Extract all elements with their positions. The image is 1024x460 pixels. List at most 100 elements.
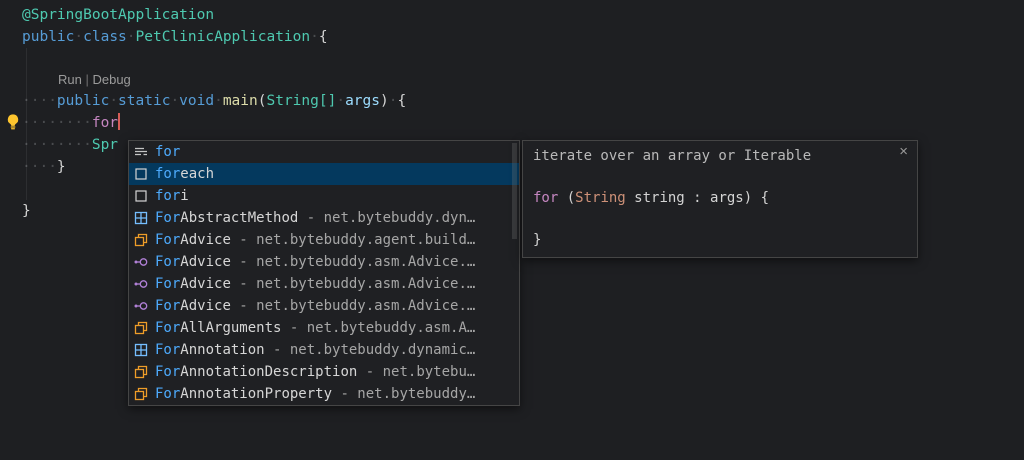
keyword-icon bbox=[133, 144, 149, 160]
code-segment: · bbox=[336, 93, 345, 109]
suggest-label: AllArguments bbox=[180, 320, 281, 336]
suggest-docs-panel: iterate over an array or Iterable for (S… bbox=[522, 140, 918, 258]
code-segment: for bbox=[92, 115, 118, 131]
code-segment: main bbox=[223, 93, 258, 109]
code-segment: for bbox=[533, 190, 558, 206]
suggest-item[interactable]: ForAnnotation - net.bytebuddy.dynamic… bbox=[129, 339, 519, 361]
suggest-label: each bbox=[180, 166, 214, 182]
lightbulb-glyph bbox=[4, 113, 22, 131]
code-line: public·class·PetClinicApplication·{ bbox=[22, 26, 1024, 48]
suggest-match: for bbox=[155, 144, 180, 160]
code-segment: ········ bbox=[22, 137, 92, 153]
suggest-detail: - net.bytebuddy.asm.Advice.… bbox=[231, 276, 475, 292]
suggest-detail: - net.bytebuddy.dynamic… bbox=[265, 342, 476, 358]
suggest-item[interactable]: ForAdvice - net.bytebuddy.agent.build… bbox=[129, 229, 519, 251]
code-segment: public bbox=[57, 93, 109, 109]
code-segment: void bbox=[179, 93, 214, 109]
suggest-match: for bbox=[155, 188, 180, 204]
suggest-match: For bbox=[155, 276, 180, 292]
suggest-item[interactable]: ForAdvice - net.bytebuddy.asm.Advice.… bbox=[129, 295, 519, 317]
code-segment: } bbox=[57, 159, 66, 175]
suggest-label: i bbox=[180, 188, 188, 204]
suggest-item[interactable]: foreach bbox=[129, 163, 519, 185]
suggest-match: For bbox=[155, 210, 180, 226]
docs-spacer bbox=[533, 167, 907, 188]
suggest-label: Advice bbox=[180, 276, 231, 292]
code-segment: Spr bbox=[92, 137, 118, 153]
code-segment: · bbox=[74, 29, 83, 45]
code-segment: PetClinicApplication bbox=[136, 29, 311, 45]
code-segment: ( bbox=[558, 190, 575, 206]
interface-icon bbox=[133, 276, 149, 292]
codelens-run-link[interactable]: Run bbox=[58, 72, 82, 87]
suggest-item[interactable]: for bbox=[129, 141, 519, 163]
structure-icon bbox=[133, 342, 149, 358]
suggest-label: Advice bbox=[180, 232, 231, 248]
code-segment: class bbox=[83, 29, 127, 45]
interface-icon bbox=[133, 254, 149, 270]
blank-line bbox=[22, 48, 1024, 70]
suggest-label: AnnotationProperty bbox=[180, 386, 332, 402]
docs-code: for (String string : args) { } bbox=[533, 188, 907, 251]
suggest-label: Advice bbox=[180, 254, 231, 270]
structure-icon bbox=[133, 210, 149, 226]
code-segment: String[] bbox=[266, 93, 336, 109]
class-icon bbox=[133, 320, 149, 336]
suggest-detail: - net.bytebu… bbox=[357, 364, 475, 380]
code-segment: ) bbox=[380, 93, 389, 109]
snippet-icon bbox=[133, 166, 149, 182]
suggest-item[interactable]: fori bbox=[129, 185, 519, 207]
suggest-label: AnnotationDescription bbox=[180, 364, 357, 380]
suggest-detail: - net.bytebuddy.asm.Advice.… bbox=[231, 298, 475, 314]
codelens-debug-link[interactable]: Debug bbox=[92, 72, 130, 87]
code-segment: } bbox=[533, 232, 541, 248]
docs-code-line: for (String string : args) { bbox=[533, 188, 907, 209]
snippet-icon bbox=[133, 188, 149, 204]
suggest-detail: - net.bytebuddy.asm.Advice.… bbox=[231, 254, 475, 270]
code-segment: { bbox=[319, 29, 328, 45]
class-icon bbox=[133, 364, 149, 380]
suggest-item[interactable]: ForAdvice - net.bytebuddy.asm.Advice.… bbox=[129, 251, 519, 273]
code-segment: { bbox=[397, 93, 406, 109]
suggest-item[interactable]: ForAnnotationDescription - net.bytebu… bbox=[129, 361, 519, 383]
docs-code-line: } bbox=[533, 230, 907, 251]
suggest-detail: - net.bytebuddy.agent.build… bbox=[231, 232, 475, 248]
code-line: ········for bbox=[22, 112, 1024, 134]
suggest-match: For bbox=[155, 254, 180, 270]
text-cursor bbox=[118, 113, 120, 130]
code-segment: public bbox=[22, 29, 74, 45]
close-icon[interactable]: × bbox=[899, 144, 908, 159]
docs-summary: iterate over an array or Iterable bbox=[533, 146, 907, 167]
suggest-label: AbstractMethod bbox=[180, 210, 298, 226]
class-icon bbox=[133, 386, 149, 402]
code-segment: · bbox=[214, 93, 223, 109]
indent-guide bbox=[26, 48, 27, 200]
code-segment: ···· bbox=[22, 93, 57, 109]
suggest-match: For bbox=[155, 298, 180, 314]
code-segment: ···· bbox=[22, 159, 57, 175]
code-segment: ········ bbox=[22, 115, 92, 131]
code-line: @SpringBootApplication bbox=[22, 4, 1024, 26]
code-segment: · bbox=[109, 93, 118, 109]
suggest-scrollbar-thumb[interactable] bbox=[512, 143, 517, 239]
suggest-item[interactable]: ForAnnotationProperty - net.bytebuddy… bbox=[129, 383, 519, 405]
code-segment: · bbox=[127, 29, 136, 45]
code-segment: @SpringBootApplication bbox=[22, 7, 214, 23]
code-segment: string : args) { bbox=[626, 190, 769, 206]
suggest-detail: - net.bytebuddy… bbox=[332, 386, 475, 402]
lightbulb-icon[interactable] bbox=[4, 113, 22, 131]
docs-code-line bbox=[533, 209, 907, 230]
suggest-list: forforeachforiForAbstractMethod - net.by… bbox=[129, 141, 519, 405]
code-segment: args bbox=[345, 93, 380, 109]
suggest-match: For bbox=[155, 320, 180, 336]
suggest-item[interactable]: ForAbstractMethod - net.bytebuddy.dyn… bbox=[129, 207, 519, 229]
suggest-item[interactable]: ForAdvice - net.bytebuddy.asm.Advice.… bbox=[129, 273, 519, 295]
suggest-item[interactable]: ForAllArguments - net.bytebuddy.asm.A… bbox=[129, 317, 519, 339]
suggest-label: Annotation bbox=[180, 342, 264, 358]
codelens-separator: | bbox=[82, 72, 93, 87]
code-segment: · bbox=[310, 29, 319, 45]
codelens: Run | Debug bbox=[22, 70, 1024, 90]
suggest-widget: forforeachforiForAbstractMethod - net.by… bbox=[128, 140, 520, 406]
suggest-match: For bbox=[155, 364, 180, 380]
suggest-detail: - net.bytebuddy.asm.A… bbox=[281, 320, 475, 336]
